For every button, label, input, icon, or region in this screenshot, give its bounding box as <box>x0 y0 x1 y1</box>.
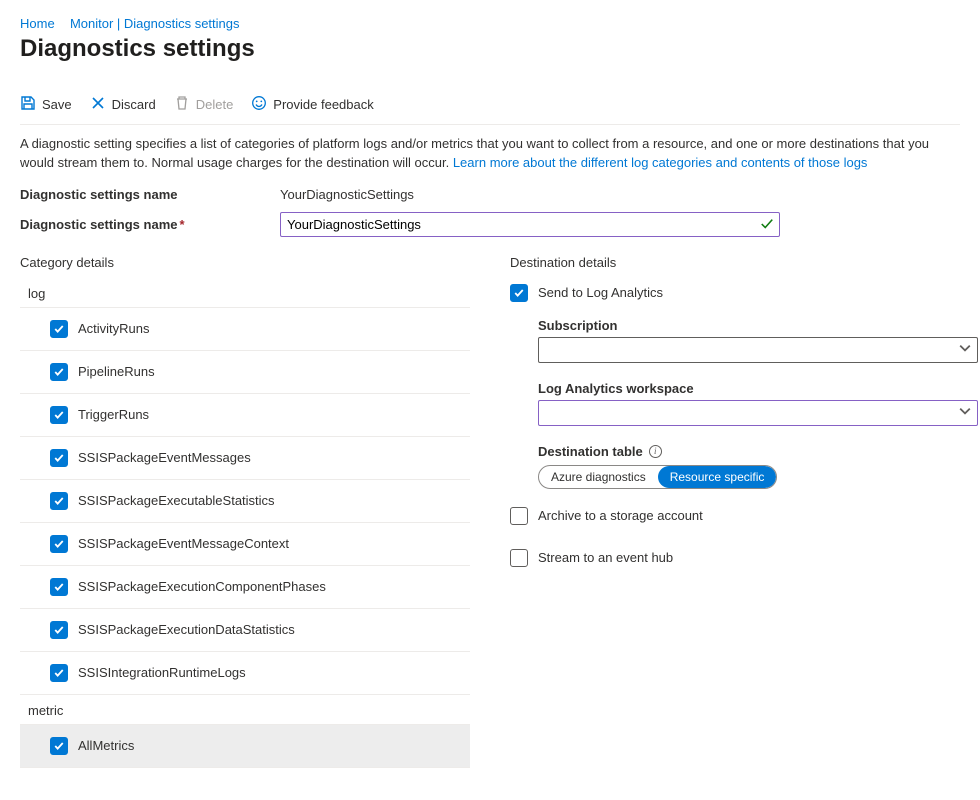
archive-storage-label: Archive to a storage account <box>538 508 703 523</box>
category-checkbox[interactable] <box>50 320 68 338</box>
destination-details-header: Destination details <box>510 255 960 270</box>
stream-event-hub-checkbox[interactable] <box>510 549 528 567</box>
trash-icon <box>174 95 190 114</box>
subscription-label: Subscription <box>538 318 960 333</box>
smile-icon <box>251 95 267 114</box>
category-row: AllMetrics <box>20 725 470 768</box>
breadcrumb-monitor[interactable]: Monitor | Diagnostics settings <box>70 16 240 31</box>
workspace-select[interactable] <box>538 400 978 426</box>
category-checkbox[interactable] <box>50 535 68 553</box>
category-label: SSISPackageExecutionComponentPhases <box>78 579 326 594</box>
breadcrumb: Home Monitor | Diagnostics settings <box>20 16 960 31</box>
category-label: SSISPackageEventMessageContext <box>78 536 289 551</box>
learn-more-link[interactable]: Learn more about the different log categ… <box>453 155 868 170</box>
name-value-static: YourDiagnosticSettings <box>280 187 414 202</box>
toggle-azure-diagnostics[interactable]: Azure diagnostics <box>539 466 658 488</box>
category-row: SSISPackageEventMessages <box>20 437 470 480</box>
category-row: SSISIntegrationRuntimeLogs <box>20 652 470 695</box>
destination-table-label: Destination table <box>538 444 643 459</box>
category-row: TriggerRuns <box>20 394 470 437</box>
log-heading: log <box>28 284 470 301</box>
diagnostic-name-input[interactable] <box>280 212 780 237</box>
category-row: SSISPackageExecutionComponentPhases <box>20 566 470 609</box>
toggle-resource-specific[interactable]: Resource specific <box>658 466 777 488</box>
category-label: SSISIntegrationRuntimeLogs <box>78 665 246 680</box>
category-row: PipelineRuns <box>20 351 470 394</box>
name-label-static: Diagnostic settings name <box>20 187 280 202</box>
destination-table-toggle[interactable]: Azure diagnostics Resource specific <box>538 465 777 489</box>
discard-button[interactable]: Discard <box>90 95 156 114</box>
send-to-log-analytics-label: Send to Log Analytics <box>538 285 663 300</box>
category-label: SSISPackageEventMessages <box>78 450 251 465</box>
category-label: SSISPackageExecutionDataStatistics <box>78 622 295 637</box>
category-row: ActivityRuns <box>20 308 470 351</box>
page-title: Diagnostics settings <box>20 35 960 63</box>
stream-event-hub-label: Stream to an event hub <box>538 550 673 565</box>
category-details-header: Category details <box>20 255 470 270</box>
send-to-log-analytics-checkbox[interactable] <box>510 284 528 302</box>
chevron-down-icon <box>959 342 971 357</box>
required-asterisk: * <box>179 217 184 232</box>
name-label: Diagnostic settings name* <box>20 217 280 232</box>
category-row: SSISPackageExecutableStatistics <box>20 480 470 523</box>
category-label: ActivityRuns <box>78 321 150 336</box>
category-checkbox[interactable] <box>50 664 68 682</box>
category-checkbox[interactable] <box>50 492 68 510</box>
check-icon <box>760 217 774 234</box>
category-label: TriggerRuns <box>78 407 149 422</box>
category-checkbox[interactable] <box>50 578 68 596</box>
metric-heading: metric <box>28 701 470 718</box>
save-button[interactable]: Save <box>20 95 72 114</box>
subscription-select[interactable] <box>538 337 978 363</box>
category-checkbox[interactable] <box>50 621 68 639</box>
breadcrumb-home[interactable]: Home <box>20 16 55 31</box>
delete-button: Delete <box>174 95 234 114</box>
category-row: SSISPackageExecutionDataStatistics <box>20 609 470 652</box>
category-checkbox[interactable] <box>50 737 68 755</box>
chevron-down-icon <box>959 405 971 420</box>
description-text: A diagnostic setting specifies a list of… <box>20 135 960 173</box>
save-icon <box>20 95 36 114</box>
category-label: PipelineRuns <box>78 364 155 379</box>
feedback-button[interactable]: Provide feedback <box>251 95 373 114</box>
archive-storage-checkbox[interactable] <box>510 507 528 525</box>
category-label: AllMetrics <box>78 738 134 753</box>
close-icon <box>90 95 106 114</box>
toolbar: Save Discard Delete Provide feedback <box>20 91 960 125</box>
workspace-label: Log Analytics workspace <box>538 381 960 396</box>
category-checkbox[interactable] <box>50 406 68 424</box>
category-row: SSISPackageEventMessageContext <box>20 523 470 566</box>
category-checkbox[interactable] <box>50 449 68 467</box>
category-checkbox[interactable] <box>50 363 68 381</box>
info-icon[interactable]: i <box>649 445 662 458</box>
category-label: SSISPackageExecutableStatistics <box>78 493 275 508</box>
